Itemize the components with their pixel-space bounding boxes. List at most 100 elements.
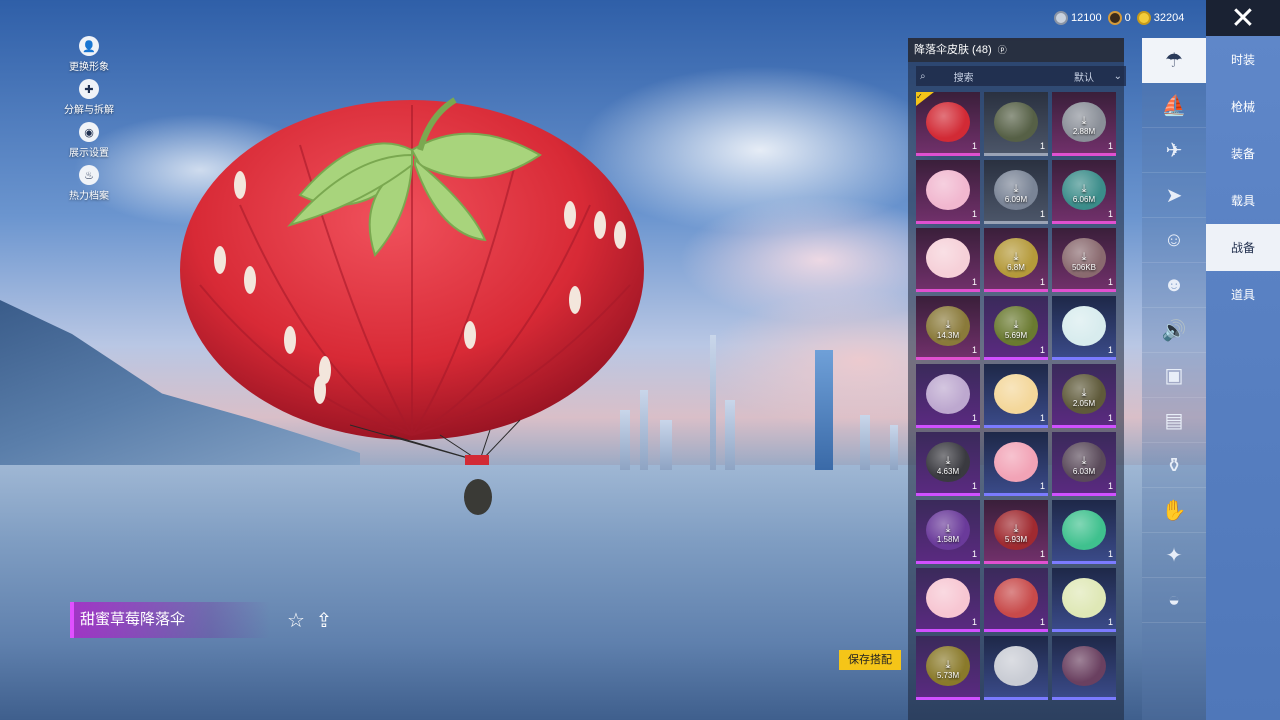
- skin-tile[interactable]: [1052, 636, 1116, 700]
- skin-count: 1: [1107, 549, 1113, 559]
- skin-tile[interactable]: ⤓ 1.58M 1: [916, 500, 980, 564]
- emote-icon[interactable]: ☺: [1142, 218, 1206, 263]
- currency-gold: 32204: [1136, 11, 1185, 25]
- subcategory-icon-column: ☂ ⛵ ✈ ➤ ☺ ☻ 🔊 ▣ ▤ ⚱ ✋ ✦ ◒: [1142, 38, 1206, 720]
- skin-tile[interactable]: ✓ 1: [916, 92, 980, 156]
- glider-icon[interactable]: ⛵: [1142, 83, 1206, 128]
- category-tab[interactable]: 战备: [1206, 224, 1280, 271]
- download-icon: ⤓: [945, 319, 951, 331]
- download-size: ⤓ 6.06M: [1052, 183, 1116, 205]
- parachute-thumbnail-icon: [994, 374, 1038, 414]
- skin-tile[interactable]: ⤓ 5.69M 1: [984, 296, 1048, 360]
- skin-tile[interactable]: ⤓ 6.03M 1: [1052, 432, 1116, 496]
- skin-tile[interactable]: ⤓ 5.93M 1: [984, 500, 1048, 564]
- download-size: ⤓ 2.05M: [1052, 388, 1116, 409]
- download-size: ⤓ 5.93M: [984, 524, 1048, 545]
- skin-tile[interactable]: ⤓ 4.63M 1: [916, 432, 980, 496]
- skin-tile[interactable]: ⤓ 506KB 1: [1052, 228, 1116, 292]
- skin-count: 1: [1039, 481, 1045, 491]
- download-icon: ⤓: [1081, 251, 1087, 263]
- category-tab[interactable]: 装备: [1206, 130, 1280, 177]
- sparkle-wand-icon[interactable]: ✦: [1142, 533, 1206, 578]
- parachute-skins-panel: 降落伞皮肤 (48) ⓟ ⌕ 搜索 默认 ⌄ ✓ 1 1 ⤓ 2.88M 1 1 ⤓ 6.09M…: [908, 38, 1126, 720]
- skin-tile[interactable]: ⤓ 2.88M 1: [1052, 92, 1116, 156]
- skin-tile[interactable]: ⤓ 6.8M 1: [984, 228, 1048, 292]
- close-icon: ✕: [1230, 1, 1256, 35]
- companion-icon[interactable]: ☻: [1142, 263, 1206, 308]
- skin-count: 1: [1107, 617, 1113, 627]
- skin-count: 1: [1107, 413, 1113, 423]
- plane-icon[interactable]: ✈: [1142, 128, 1206, 173]
- close-button[interactable]: ✕: [1206, 0, 1280, 36]
- download-icon: ⤓: [945, 659, 951, 671]
- category-tab[interactable]: 时装: [1206, 36, 1280, 83]
- skin-tile[interactable]: 1: [916, 364, 980, 428]
- skin-tile[interactable]: 1: [916, 228, 980, 292]
- ufo-icon[interactable]: ◒: [1142, 578, 1206, 623]
- skin-tile[interactable]: ⤓ 6.06M 1: [1052, 160, 1116, 224]
- download-size: ⤓ 6.09M: [984, 184, 1048, 205]
- parachute-thumbnail-icon: [1062, 306, 1106, 346]
- parachute-model: [180, 85, 650, 525]
- parachute-thumbnail-icon: [1062, 646, 1106, 686]
- skin-tile[interactable]: ⤓ 14.3M 1: [916, 296, 980, 360]
- download-size: ⤓ 506KB: [1052, 251, 1116, 273]
- skin-tile[interactable]: 1: [1052, 500, 1116, 564]
- heat-archive-button[interactable]: ♨ 热力档案: [58, 165, 120, 202]
- gallery-icon[interactable]: ▤: [1142, 398, 1206, 443]
- download-icon: ⤓: [945, 455, 951, 467]
- skin-tile[interactable]: 1: [1052, 296, 1116, 360]
- parachute-icon[interactable]: ☂: [1142, 38, 1206, 83]
- currency-value: 32204: [1153, 12, 1185, 24]
- display-settings-button[interactable]: ◉ 展示设置: [58, 122, 120, 159]
- jet-icon[interactable]: ➤: [1142, 173, 1206, 218]
- download-size: ⤓ 6.03M: [1052, 455, 1116, 477]
- skin-tile[interactable]: ⤓ 2.05M 1: [1052, 364, 1116, 428]
- skin-tile[interactable]: 1: [984, 364, 1048, 428]
- download-icon: ⤓: [1081, 115, 1087, 127]
- skin-tile[interactable]: 1: [984, 432, 1048, 496]
- parachute-thumbnail-icon: [994, 102, 1038, 142]
- skin-tile[interactable]: 1: [916, 160, 980, 224]
- favorite-star-icon[interactable]: ☆: [284, 608, 308, 632]
- skin-count: 1: [1107, 277, 1113, 287]
- skin-tile[interactable]: ⤓ 6.09M 1: [984, 160, 1048, 224]
- skin-count: 1: [1107, 481, 1113, 491]
- fire-extinguisher-icon[interactable]: ⚱: [1142, 443, 1206, 488]
- parachute-thumbnail-icon: [926, 374, 970, 414]
- skin-tile[interactable]: [984, 636, 1048, 700]
- download-icon: ⤓: [1081, 455, 1087, 467]
- skin-tile[interactable]: ⤓ 5.73M: [916, 636, 980, 700]
- change-appearance-button[interactable]: 👤 更换形象: [58, 36, 120, 73]
- category-tab[interactable]: 枪械: [1206, 83, 1280, 130]
- save-outfit-button[interactable]: 保存搭配: [839, 650, 901, 670]
- currency-silver: 12100: [1054, 11, 1102, 25]
- search-input[interactable]: ⌕ 搜索: [916, 66, 1066, 86]
- skin-tile[interactable]: 1: [1052, 568, 1116, 632]
- skin-tile[interactable]: 1: [916, 568, 980, 632]
- category-tab[interactable]: 载具: [1206, 177, 1280, 224]
- skin-count: 1: [1039, 549, 1045, 559]
- skin-count: 1: [1039, 141, 1045, 151]
- skin-count: 1: [1039, 209, 1045, 219]
- download-icon: ⤓: [1081, 183, 1087, 195]
- share-icon[interactable]: ⇪: [312, 608, 336, 632]
- decompose-button[interactable]: ✚ 分解与拆解: [58, 79, 120, 116]
- parachute-thumbnail-icon: [926, 102, 970, 142]
- hand-icon[interactable]: ✋: [1142, 488, 1206, 533]
- skin-count: 1: [1107, 141, 1113, 151]
- currency-bar: 12100 0 32204: [1040, 0, 1206, 36]
- skin-tile[interactable]: 1: [984, 92, 1048, 156]
- skin-count: 1: [971, 277, 977, 287]
- download-icon: ⤓: [945, 523, 951, 535]
- skin-tile[interactable]: 1: [984, 568, 1048, 632]
- sticker-icon[interactable]: ▣: [1142, 353, 1206, 398]
- info-icon[interactable]: ⓟ: [998, 45, 1007, 55]
- sort-dropdown[interactable]: 默认 ⌄: [1066, 66, 1126, 86]
- panel-title: 降落伞皮肤 (48) ⓟ: [908, 38, 1124, 62]
- category-tab[interactable]: 道具: [1206, 271, 1280, 318]
- skin-count: 1: [1107, 209, 1113, 219]
- download-size: ⤓ 5.73M: [916, 659, 980, 681]
- sound-icon[interactable]: 🔊: [1142, 308, 1206, 353]
- currency-value: 0: [1124, 12, 1131, 24]
